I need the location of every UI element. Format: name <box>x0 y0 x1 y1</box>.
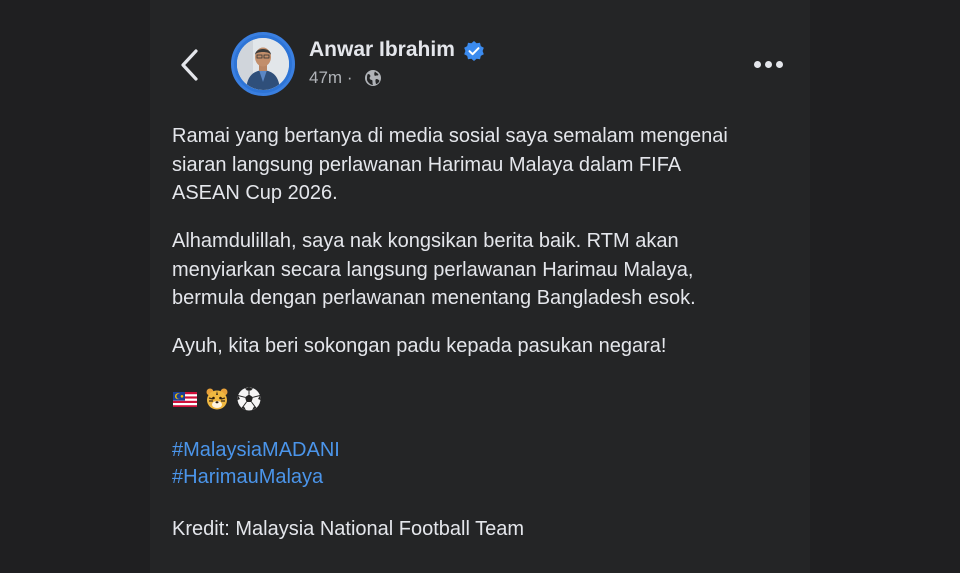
text-line: menyiarkan secara langsung perlawanan Ha… <box>172 258 694 281</box>
soccer-ball-icon <box>237 387 261 411</box>
verified-badge-icon <box>464 41 484 61</box>
credit-text: Kredit: Malaysia National Football Team <box>172 518 525 540</box>
tiger-icon <box>206 388 228 410</box>
hashtag-link[interactable]: #MalaysiaMADANI <box>172 436 340 465</box>
hashtag-link[interactable]: #HarimauMalaya <box>172 463 323 492</box>
malaysia-flag-icon <box>173 392 197 407</box>
separator: · <box>346 68 353 87</box>
chevron-left-icon <box>181 49 198 81</box>
post-paragraph-3: Ayuh, kita beri sokongan padu kepada pas… <box>172 335 667 357</box>
author-name[interactable]: Anwar Ibrahim <box>309 38 455 62</box>
text-line: ASEAN Cup 2026. <box>172 182 338 204</box>
text-line: Ramai yang bertanya di media sosial saya… <box>172 125 728 147</box>
post-timestamp[interactable]: 47m · <box>309 68 352 88</box>
post-paragraph-2: Alhamdulillah, saya nak kongsikan berita… <box>172 227 696 313</box>
post-paragraph-1: Ramai yang bertanya di media sosial saya… <box>172 122 728 208</box>
text-line: bermula dengan perlawanan menentang Bang… <box>172 287 696 309</box>
time-label: 47m <box>309 68 343 87</box>
back-button[interactable] <box>176 46 206 84</box>
emoji-row <box>172 385 262 413</box>
text-line: Alhamdulillah, saya nak kongsikan berita… <box>172 230 679 252</box>
more-options-button[interactable] <box>750 54 788 76</box>
text-line: siaran langsung perlawanan Harimau Malay… <box>172 153 682 176</box>
globe-icon <box>365 70 381 86</box>
avatar[interactable] <box>231 32 295 96</box>
profile-photo <box>237 38 289 90</box>
